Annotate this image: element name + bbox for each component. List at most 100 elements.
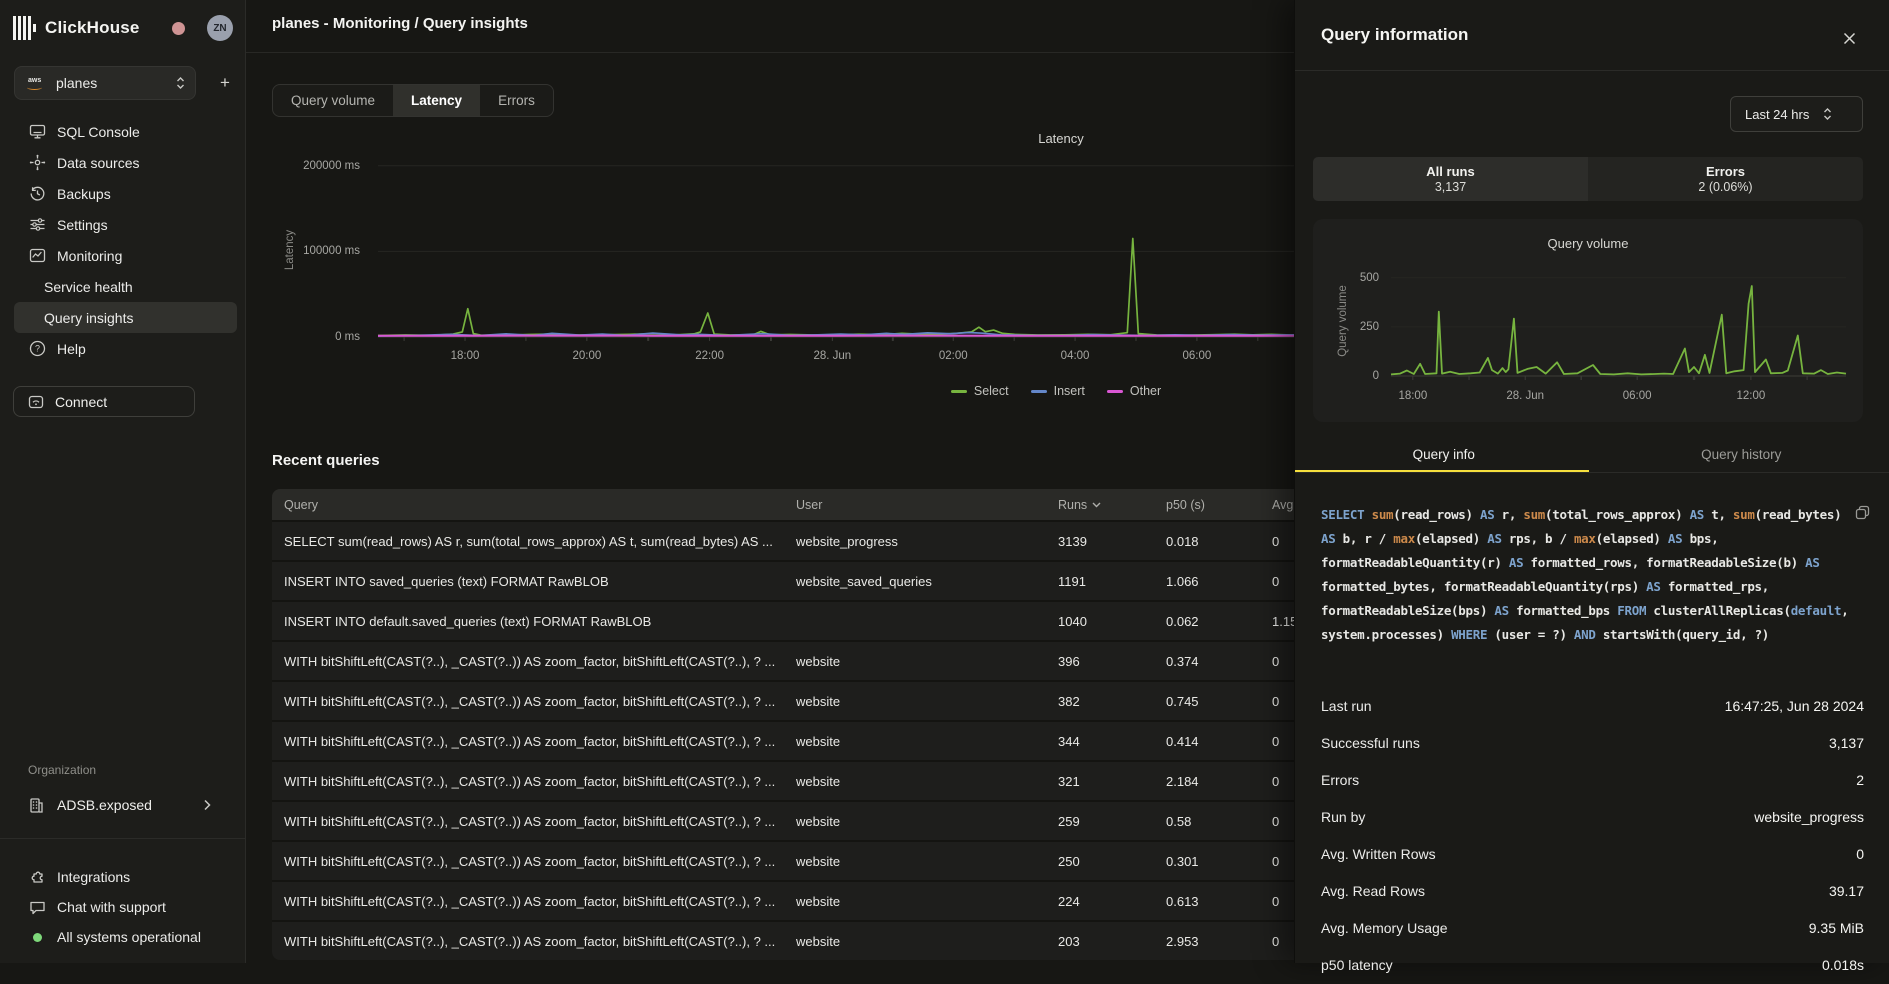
close-panel-button[interactable] xyxy=(1838,27,1860,49)
stat-label: Errors xyxy=(1321,772,1359,788)
cell-p50: 0.018 xyxy=(1154,534,1260,549)
cell-user: website xyxy=(784,734,1046,749)
data-sources-icon xyxy=(29,154,46,171)
x-tick-label: 04:00 xyxy=(1061,350,1090,362)
copy-sql-button[interactable] xyxy=(1855,505,1870,520)
stat-value: 2 xyxy=(1856,772,1864,788)
x-tick-label: 06:00 xyxy=(1183,350,1212,362)
tab-query-history[interactable]: Query history xyxy=(1593,436,1889,473)
connect-button[interactable]: Connect xyxy=(13,386,195,417)
main-content: planes - Monitoring / Query insights Que… xyxy=(246,0,1294,963)
cell-p50: 2.184 xyxy=(1154,774,1260,789)
table-row[interactable]: INSERT INTO saved_queries (text) FORMAT … xyxy=(272,560,1294,600)
sidebar-item-service-health[interactable]: Service health xyxy=(0,271,245,302)
table-header-row: Query User Runs p50 (s) Avg. xyxy=(272,489,1294,520)
add-service-button[interactable]: + xyxy=(210,66,240,100)
cell-query: WITH bitShiftLeft(CAST(?..), _CAST(?..))… xyxy=(272,694,784,709)
sidebar-item-monitoring[interactable]: Monitoring xyxy=(0,240,245,271)
time-range-select[interactable]: Last 24 hrs xyxy=(1730,96,1863,132)
segment-all-runs[interactable]: All runs 3,137 xyxy=(1313,157,1588,201)
panel-divider xyxy=(1295,70,1889,71)
cell-p50: 0.745 xyxy=(1154,694,1260,709)
stat-row: Errors 2 xyxy=(1321,761,1864,798)
sidebar-item-sql-console[interactable]: SQL Console xyxy=(0,116,245,147)
sql-code-block: SELECT sum(read_rows) AS r, sum(total_ro… xyxy=(1321,503,1861,647)
stat-value: 16:47:25, Jun 28 2024 xyxy=(1725,698,1864,714)
cell-avg: 0 xyxy=(1260,654,1294,669)
cell-p50: 2.953 xyxy=(1154,934,1260,949)
table-row[interactable]: WITH bitShiftLeft(CAST(?..), _CAST(?..))… xyxy=(272,680,1294,720)
sidebar-item-system-status[interactable]: All systems operational xyxy=(0,922,245,952)
segment-errors[interactable]: Errors 2 (0.06%) xyxy=(1588,157,1863,201)
volume-chart-title: Query volume xyxy=(1313,236,1863,251)
cell-p50: 0.613 xyxy=(1154,894,1260,909)
sidebar-item-backups[interactable]: Backups xyxy=(0,178,245,209)
table-row[interactable]: INSERT INTO default.saved_queries (text)… xyxy=(272,600,1294,640)
column-header-runs[interactable]: Runs xyxy=(1046,498,1154,512)
cell-p50: 0.414 xyxy=(1154,734,1260,749)
legend-item[interactable]: Select xyxy=(951,384,1009,398)
x-tick-label: 18:00 xyxy=(1398,390,1427,402)
tab-latency[interactable]: Latency xyxy=(393,85,480,116)
sidebar-item-integrations[interactable]: Integrations xyxy=(0,862,245,892)
organization-switcher[interactable]: ADSB.exposed xyxy=(0,790,245,820)
y-tick-label: 200000 ms xyxy=(303,160,360,172)
cell-user: website xyxy=(784,854,1046,869)
aws-icon: aws xyxy=(26,77,46,90)
stat-label: Avg. Read Rows xyxy=(1321,883,1425,899)
column-header-avg[interactable]: Avg. xyxy=(1260,498,1294,512)
cell-avg: 0 xyxy=(1260,534,1294,549)
tab-query-info[interactable]: Query info xyxy=(1295,436,1593,473)
stat-label: Avg. Memory Usage xyxy=(1321,920,1448,936)
recent-queries-title: Recent queries xyxy=(272,452,380,469)
table-row[interactable]: WITH bitShiftLeft(CAST(?..), _CAST(?..))… xyxy=(272,760,1294,800)
query-information-panel: Query information Last 24 hrs All runs 3… xyxy=(1294,0,1889,963)
sidebar-item-help[interactable]: ? Help xyxy=(0,333,245,364)
table-row[interactable]: WITH bitShiftLeft(CAST(?..), _CAST(?..))… xyxy=(272,800,1294,840)
table-row[interactable]: WITH bitShiftLeft(CAST(?..), _CAST(?..))… xyxy=(272,880,1294,920)
cell-avg: 0 xyxy=(1260,934,1294,949)
service-selector[interactable]: aws planes xyxy=(14,66,196,100)
stat-value: 3,137 xyxy=(1829,735,1864,751)
status-dot-icon xyxy=(29,929,46,946)
insights-tabgroup: Query volume Latency Errors xyxy=(272,84,554,117)
sidebar-divider xyxy=(0,838,245,839)
volume-x-ticks: 18:0028. Jun06:0012:00 xyxy=(1391,390,1846,406)
close-icon xyxy=(1843,32,1856,45)
cell-query: WITH bitShiftLeft(CAST(?..), _CAST(?..))… xyxy=(272,814,784,829)
x-tick-label: 12:00 xyxy=(1737,390,1766,402)
legend-item[interactable]: Other xyxy=(1107,384,1161,398)
time-range-value: Last 24 hrs xyxy=(1745,107,1809,122)
table-row[interactable]: WITH bitShiftLeft(CAST(?..), _CAST(?..))… xyxy=(272,920,1294,960)
y-tick-label: 0 xyxy=(1373,370,1379,382)
cell-avg: 0 xyxy=(1260,814,1294,829)
table-row[interactable]: SELECT sum(read_rows) AS r, sum(total_ro… xyxy=(272,520,1294,560)
column-header-query[interactable]: Query xyxy=(272,498,784,512)
sidebar-item-settings[interactable]: Settings xyxy=(0,209,245,240)
column-header-p50[interactable]: p50 (s) xyxy=(1154,498,1260,512)
sidebar-item-chat-support[interactable]: Chat with support xyxy=(0,892,245,922)
cell-user: website xyxy=(784,934,1046,949)
organization-name: ADSB.exposed xyxy=(57,797,152,813)
cell-query: WITH bitShiftLeft(CAST(?..), _CAST(?..))… xyxy=(272,774,784,789)
tab-errors[interactable]: Errors xyxy=(480,85,553,116)
select-updown-icon xyxy=(176,76,185,90)
table-row[interactable]: WITH bitShiftLeft(CAST(?..), _CAST(?..))… xyxy=(272,640,1294,680)
cell-user: website xyxy=(784,774,1046,789)
cell-query: SELECT sum(read_rows) AS r, sum(total_ro… xyxy=(272,534,784,549)
user-avatar[interactable]: ZN xyxy=(207,15,233,41)
table-row[interactable]: WITH bitShiftLeft(CAST(?..), _CAST(?..))… xyxy=(272,840,1294,880)
legend-item[interactable]: Insert xyxy=(1031,384,1085,398)
column-header-user[interactable]: User xyxy=(784,498,1046,512)
sidebar-item-data-sources[interactable]: Data sources xyxy=(0,147,245,178)
y-tick-label: 0 ms xyxy=(335,331,360,343)
stat-value: website_progress xyxy=(1754,809,1864,825)
tab-query-volume[interactable]: Query volume xyxy=(273,85,393,116)
cell-runs: 3139 xyxy=(1046,534,1154,549)
sort-chevron-down-icon xyxy=(1092,502,1101,508)
sidebar-item-query-insights[interactable]: Query insights xyxy=(14,302,237,333)
table-row[interactable]: WITH bitShiftLeft(CAST(?..), _CAST(?..))… xyxy=(272,720,1294,760)
cell-runs: 1191 xyxy=(1046,574,1154,589)
help-icon: ? xyxy=(29,340,46,357)
console-icon xyxy=(29,123,46,140)
